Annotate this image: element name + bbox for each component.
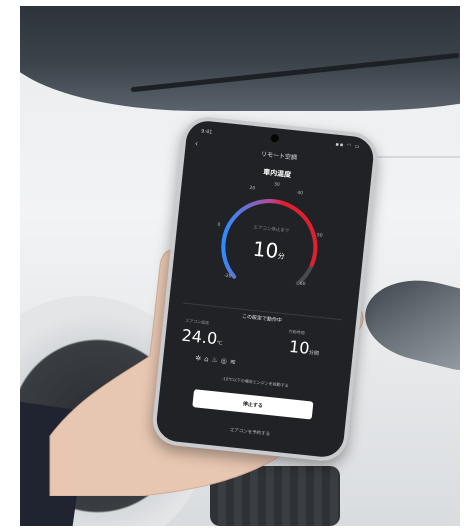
temp-number: 24.0	[180, 325, 219, 349]
gauge-tick: 60	[299, 281, 306, 288]
camera-notch	[270, 133, 280, 143]
gauge-tick: 30	[273, 182, 280, 188]
remaining-time-number: 10	[251, 236, 280, 264]
temp-unit: ℃	[216, 340, 223, 347]
temp-setting-label: エアコン設定	[185, 317, 210, 326]
phone-screen: 9:41 ▪▪ ◠ ▭ ‹ リモート空調 車内温度 20 30 40 50 60…	[154, 119, 376, 459]
remaining-time-unit: 分	[277, 252, 286, 261]
status-time: 9:41	[200, 128, 213, 136]
engine-start-note: -10℃以下の場合エンジンを始動する	[221, 375, 289, 388]
stop-button[interactable]: 停止する	[192, 389, 314, 420]
rear-defogger-icon: ≋	[229, 357, 240, 367]
schedule-ac-link[interactable]: エアコンを予約する	[156, 419, 344, 445]
duration-number: 10	[288, 336, 311, 358]
duration-unit: 分間	[308, 349, 320, 357]
gauge-tick: 20	[249, 185, 256, 192]
duration-value: 10分間	[288, 337, 320, 359]
feature-icons: ✲⌂♨◎≋	[195, 354, 239, 367]
gauge-tick: 40	[296, 190, 304, 197]
duration-label: 作動時間	[288, 328, 305, 336]
smartphone: 9:41 ▪▪ ◠ ▭ ‹ リモート空調 車内温度 20 30 40 50 60…	[150, 114, 380, 464]
background-photo: 9:41 ▪▪ ◠ ▭ ‹ リモート空調 車内温度 20 30 40 50 60…	[20, 6, 460, 526]
status-icons: ▪▪ ◠ ▭	[335, 141, 361, 151]
temp-setting-value: 24.0℃	[181, 326, 224, 349]
gauge-tick: -20	[223, 273, 232, 280]
